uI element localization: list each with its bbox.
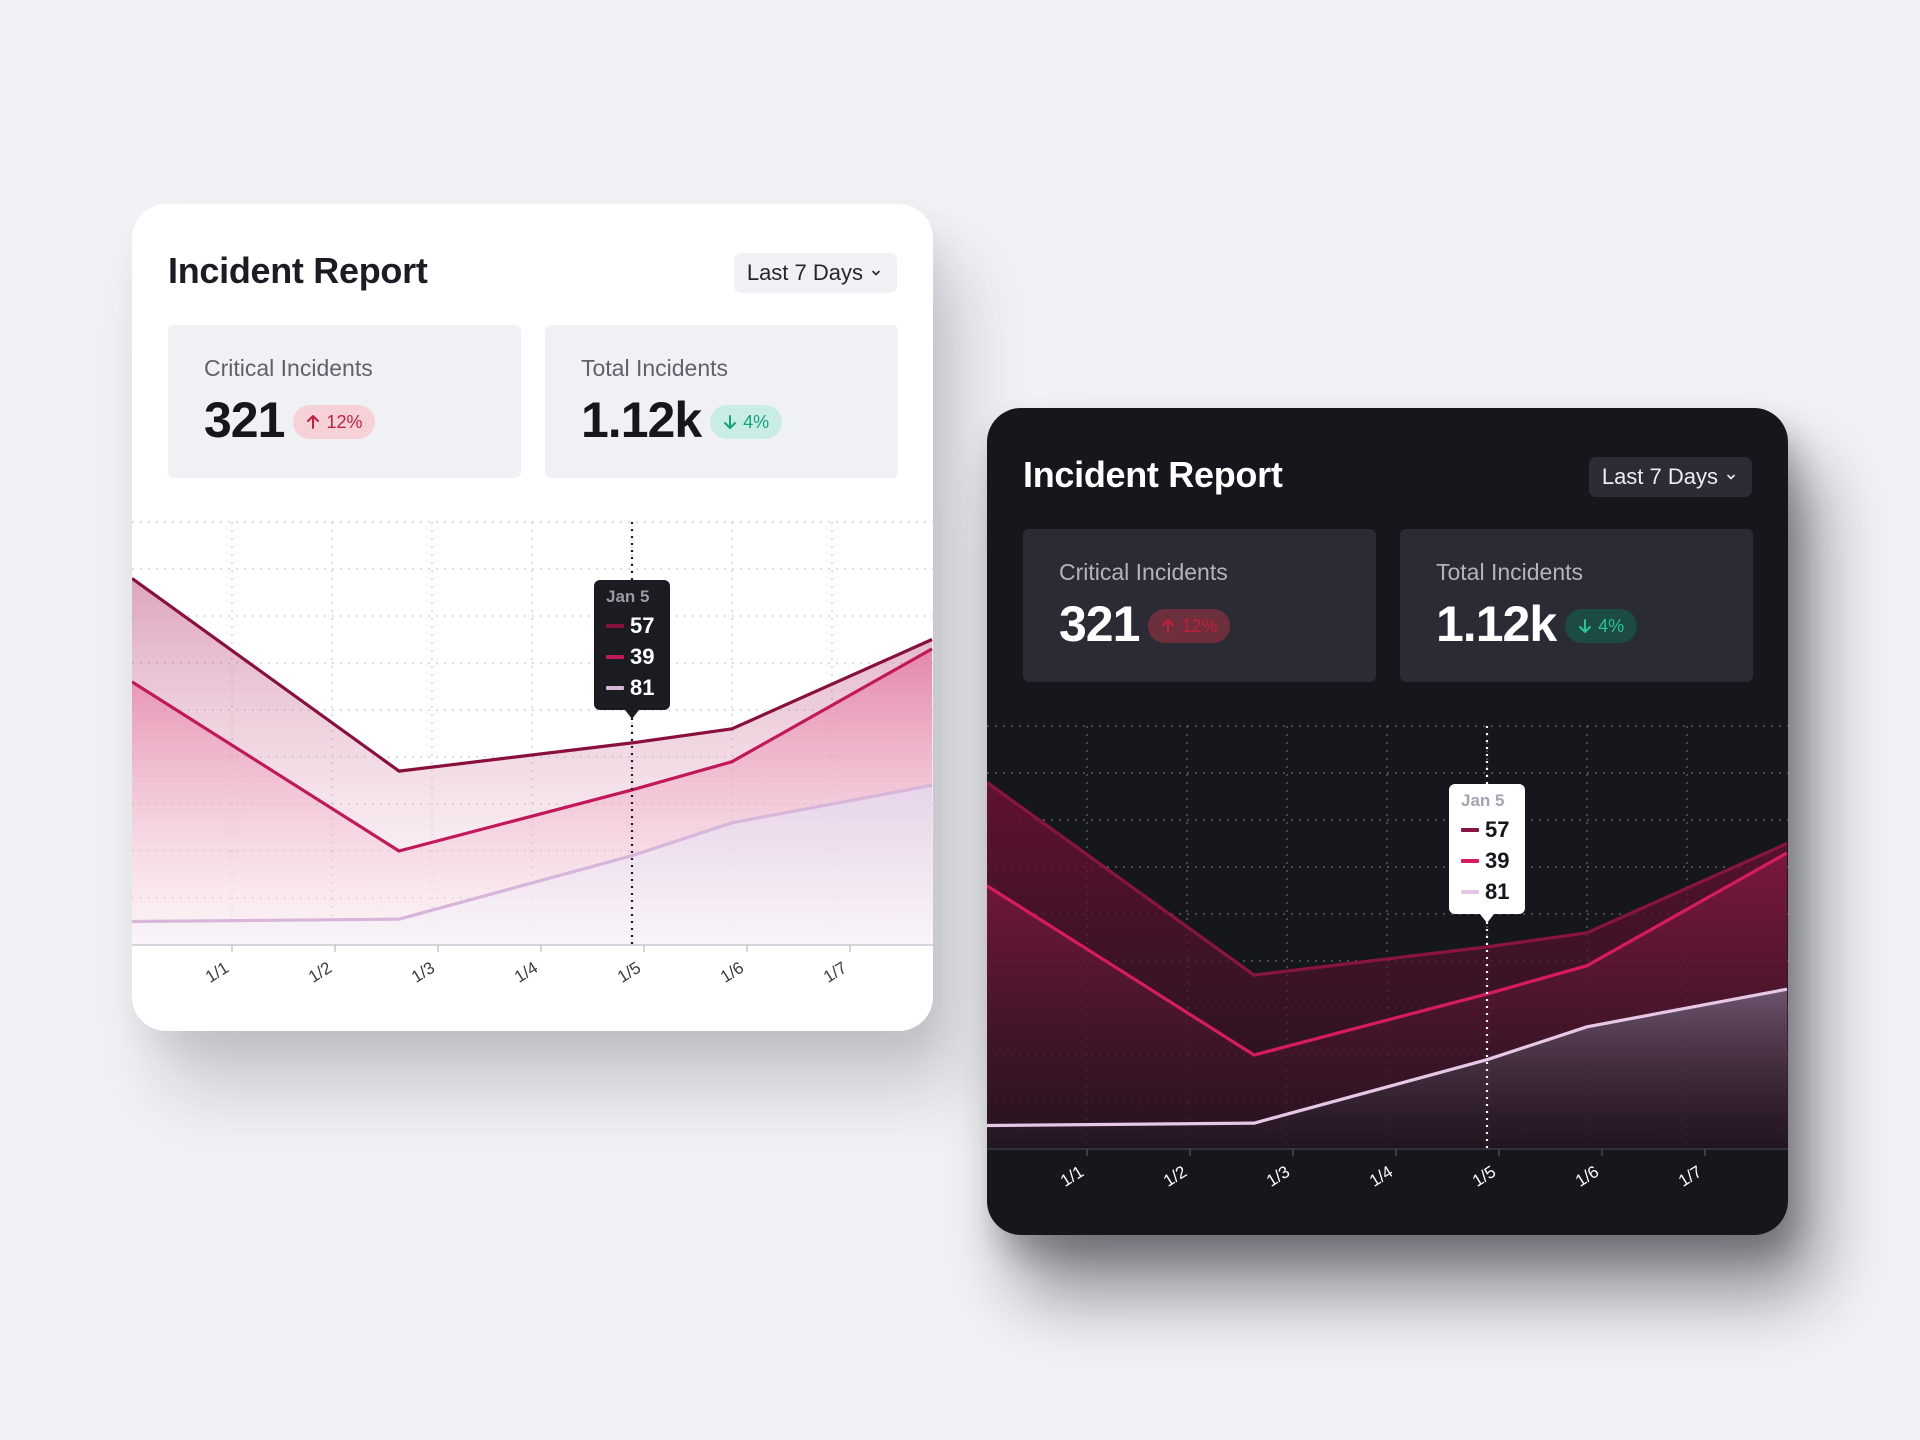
- x-tick-label: 1/2: [305, 958, 335, 987]
- trend-delta: 12%: [1181, 615, 1218, 636]
- tooltip-date: Jan 5: [606, 587, 650, 606]
- stat-label: Total Incidents: [1436, 559, 1584, 585]
- incident-area-chart[interactable]: 1/1 1/2 1/3 1/4 1/5 1/6 1/7 Jan 5 57 39 81: [987, 714, 1788, 1235]
- series-swatch: [606, 654, 624, 659]
- series-swatch: [606, 623, 624, 628]
- tooltip-row: 39: [606, 641, 670, 672]
- x-tick-label: 1/5: [614, 958, 644, 987]
- series-swatch: [1461, 889, 1479, 894]
- trend-delta: 12%: [326, 411, 363, 432]
- date-range-label: Last 7 Days: [1601, 464, 1718, 489]
- date-range-dropdown[interactable]: Last 7 Days: [1588, 457, 1752, 497]
- x-tick-label: 1/2: [1160, 1162, 1190, 1191]
- x-tick-label: 1/7: [1675, 1162, 1705, 1191]
- trend-delta: 4%: [1598, 615, 1625, 636]
- tooltip-row: 81: [1461, 876, 1525, 907]
- incident-report-card-dark: Incident Report Last 7 Days Critical Inc…: [987, 408, 1788, 1235]
- series-swatch: [1461, 827, 1479, 832]
- date-range-dropdown[interactable]: Last 7 Days: [733, 253, 897, 293]
- tooltip-row: 39: [1461, 845, 1525, 876]
- stat-value: 1.12k: [1436, 596, 1557, 652]
- tooltip-value: 57: [630, 612, 655, 638]
- x-tick-label: 1/4: [511, 958, 541, 987]
- tooltip-value: 57: [1485, 816, 1510, 842]
- x-tick-label: 1/5: [1469, 1162, 1499, 1191]
- tooltip-date: Jan 5: [1461, 791, 1505, 810]
- trend-badge-down: 4%: [710, 405, 783, 439]
- tooltip-value: 81: [1485, 878, 1510, 904]
- stat-total-incidents: Total Incidents 1.12k 4%: [1400, 529, 1753, 682]
- tooltip-value: 39: [630, 643, 655, 669]
- stat-label: Total Incidents: [581, 355, 729, 381]
- tooltip-row: 57: [606, 610, 670, 641]
- series-swatch: [606, 685, 624, 690]
- x-tick-label: 1/6: [1572, 1162, 1602, 1191]
- trend-badge-up: 12%: [293, 405, 376, 439]
- chevron-down-icon: [872, 270, 880, 276]
- tooltip-value: 81: [630, 674, 655, 700]
- arrow-up-icon: [307, 415, 320, 429]
- chart-canvas: 1/1 1/2 1/3 1/4 1/5 1/6 1/7: [132, 521, 933, 987]
- stat-critical-incidents: Critical Incidents 321 12%: [168, 325, 521, 478]
- x-tick-label: 1/4: [1366, 1162, 1396, 1191]
- x-tick-label: 1/7: [820, 958, 850, 987]
- x-tick-label: 1/1: [1057, 1162, 1087, 1191]
- series-swatch: [1461, 858, 1479, 863]
- date-range-label: Last 7 Days: [746, 260, 863, 285]
- x-tick-label: 1/3: [408, 958, 438, 987]
- chart-tooltip: Jan 5 57 39 81: [1449, 784, 1525, 923]
- card-title: Incident Report: [1023, 454, 1283, 495]
- card-title: Incident Report: [168, 250, 428, 291]
- stat-value: 321: [204, 392, 285, 448]
- arrow-up-icon: [1162, 619, 1175, 633]
- stat-value: 321: [1059, 596, 1140, 652]
- x-tick-label: 1/3: [1263, 1162, 1293, 1191]
- trend-delta: 4%: [743, 411, 770, 432]
- stat-label: Critical Incidents: [204, 355, 373, 381]
- stat-value: 1.12k: [581, 392, 702, 448]
- tooltip-value: 39: [1485, 847, 1510, 873]
- chart-canvas: 1/1 1/2 1/3 1/4 1/5 1/6 1/7: [987, 725, 1788, 1191]
- trend-badge-up: 12%: [1148, 609, 1231, 643]
- stat-critical-incidents: Critical Incidents 321 12%: [1023, 529, 1376, 682]
- tooltip-row: 57: [1461, 814, 1525, 845]
- x-tick-label: 1/6: [717, 958, 747, 987]
- stat-total-incidents: Total Incidents 1.12k 4%: [545, 325, 898, 478]
- chart-tooltip: Jan 5 57 39 81: [594, 580, 670, 719]
- arrow-down-icon: [1579, 619, 1592, 633]
- arrow-down-icon: [724, 415, 737, 429]
- incident-report-card-light: Incident Report Last 7 Days Critical Inc…: [132, 204, 933, 1031]
- chevron-down-icon: [1727, 474, 1735, 480]
- incident-area-chart[interactable]: 1/1 1/2 1/3 1/4 1/5 1/6 1/7 Jan 5 57 39 81: [132, 510, 933, 1031]
- stat-label: Critical Incidents: [1059, 559, 1228, 585]
- trend-badge-down: 4%: [1565, 609, 1638, 643]
- tooltip-row: 81: [606, 672, 670, 703]
- x-tick-label: 1/1: [202, 958, 232, 987]
